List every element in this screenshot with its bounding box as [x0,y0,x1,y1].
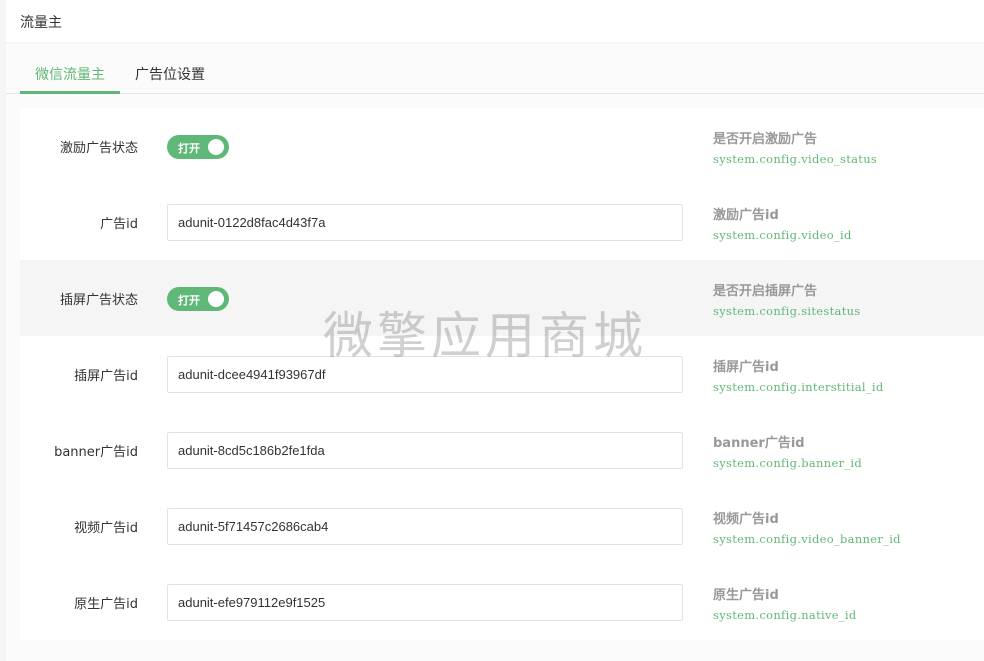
help-config-key: system.config.native_id [713,608,857,622]
help-title: 原生广告id [713,588,779,603]
video-ad-id-help: 视频广告id system.config.video_banner_id [713,508,901,546]
toggle-knob [208,291,224,307]
row-native-ad-id: 原生广告id 原生广告id system.config.native_id [20,564,984,640]
reward-ad-status-label: 激励广告状态 [59,140,138,156]
tab-ad-slot-settings[interactable]: 广告位设置 [135,64,205,84]
native-ad-id-help: 原生广告id system.config.native_id [713,584,857,622]
row-reward-ad-status: 激励广告状态 打开 是否开启激励广告 system.config.video_s… [20,108,984,184]
native-ad-id-input[interactable] [167,584,683,621]
help-title: 是否开启激励广告 [713,132,818,147]
help-title: 激励广告id [713,208,779,223]
banner-ad-id-label: banner广告id [54,444,138,460]
interstitial-ad-id-input[interactable] [167,356,683,393]
ad-id-input[interactable] [167,204,683,241]
help-config-key: system.config.interstitial_id [713,380,884,394]
active-tab-indicator [20,91,120,94]
banner-ad-id-help: banner广告id system.config.banner_id [713,432,862,470]
help-config-key: system.config.sitestatus [713,304,861,318]
help-config-key: system.config.banner_id [713,456,863,470]
reward-ad-status-toggle[interactable]: 打开 [167,135,229,159]
tab-wechat-traffic-owner[interactable]: 微信流量主 [35,64,105,84]
native-ad-id-label: 原生广告id [74,596,138,612]
ad-settings-form: 激励广告状态 打开 是否开启激励广告 system.config.video_s… [20,108,984,640]
help-title: 插屏广告id [713,360,779,375]
row-banner-ad-id: banner广告id banner广告id system.config.bann… [20,412,984,488]
interstitial-ad-status-toggle[interactable]: 打开 [167,287,229,311]
toggle-text: 打开 [178,142,200,155]
top-bar: 流量主 [6,0,984,42]
video-ad-id-label: 视频广告id [74,520,138,536]
help-config-key: system.config.video_status [713,152,878,166]
banner-ad-id-input[interactable] [167,432,683,469]
help-config-key: system.config.video_id [713,228,852,242]
page-title: 流量主 [20,15,62,31]
row-ad-id: 广告id 激励广告id system.config.video_id [20,184,984,260]
help-title: banner广告id [713,436,805,451]
row-interstitial-ad-status: 插屏广告状态 打开 是否开启插屏广告 system.config.sitesta… [20,260,984,336]
row-video-ad-id: 视频广告id 视频广告id system.config.video_banner… [20,488,984,564]
help-title: 是否开启插屏广告 [713,284,818,299]
interstitial-ad-status-help: 是否开启插屏广告 system.config.sitestatus [713,280,861,318]
ad-id-help: 激励广告id system.config.video_id [713,204,852,242]
help-config-key: system.config.video_banner_id [713,532,901,546]
help-title: 视频广告id [713,512,779,527]
interstitial-ad-status-label: 插屏广告状态 [59,292,138,308]
interstitial-ad-id-help: 插屏广告id system.config.interstitial_id [713,356,884,394]
tab-bar: 微信流量主 广告位设置 [6,44,984,94]
toggle-text: 打开 [178,294,200,307]
toggle-knob [208,139,224,155]
ad-id-label: 广告id [100,216,138,232]
reward-ad-status-help: 是否开启激励广告 system.config.video_status [713,128,877,166]
video-ad-id-input[interactable] [167,508,683,545]
row-interstitial-ad-id: 插屏广告id 插屏广告id system.config.interstitial… [20,336,984,412]
interstitial-ad-id-label: 插屏广告id [74,368,138,384]
